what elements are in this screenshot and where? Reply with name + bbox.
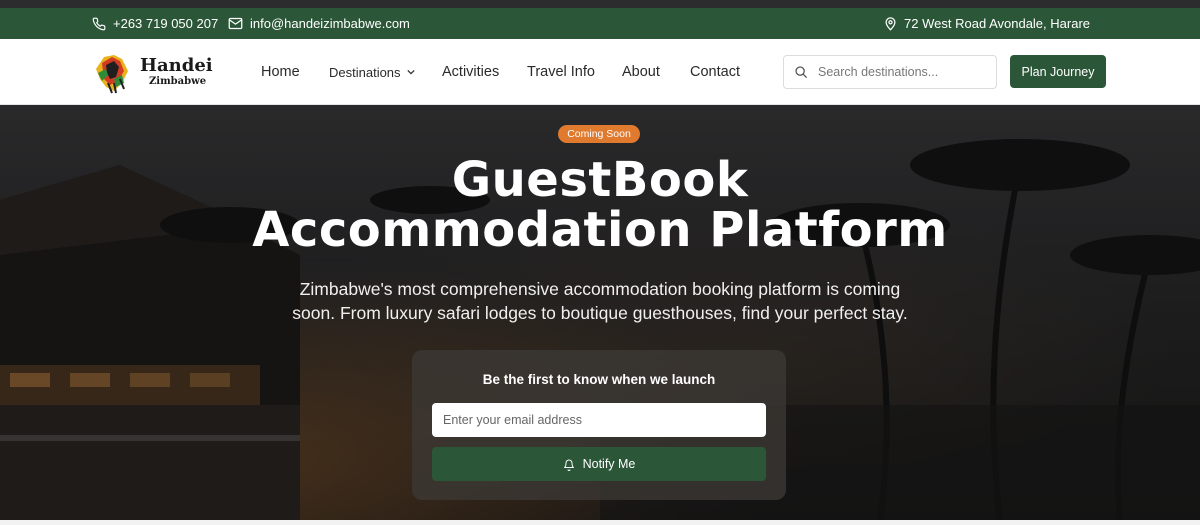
bell-icon bbox=[563, 459, 574, 471]
map-pin-icon bbox=[884, 16, 897, 31]
page-bottom-strip bbox=[0, 520, 1200, 525]
search-icon bbox=[795, 66, 807, 78]
nav-activities[interactable]: Activities bbox=[442, 39, 499, 105]
search-box bbox=[783, 55, 997, 89]
notify-me-button[interactable]: Notify Me bbox=[432, 447, 766, 481]
nav-travel-info[interactable]: Travel Info bbox=[527, 39, 595, 105]
search-input[interactable] bbox=[818, 65, 978, 79]
nav-destinations-label: Destinations bbox=[329, 64, 401, 80]
hero-title: GuestBook Accommodation Platform bbox=[0, 155, 1200, 255]
zimbabwe-bird-logo-icon bbox=[96, 55, 128, 94]
contact-bar: +263 719 050 207 info@handeizimbabwe.com… bbox=[0, 8, 1200, 39]
hero-description-line2: soon. From luxury safari lodges to bouti… bbox=[292, 303, 908, 323]
nav-about[interactable]: About bbox=[622, 39, 660, 105]
notify-me-label: Notify Me bbox=[582, 457, 636, 471]
nav-home[interactable]: Home bbox=[261, 39, 300, 105]
notify-heading: Be the first to know when we launch bbox=[482, 372, 716, 387]
hero-section: Coming Soon GuestBook Accommodation Plat… bbox=[0, 105, 1200, 520]
browser-top-strip bbox=[0, 0, 1200, 8]
main-navbar: Handei Zimbabwe Home Destinations Activi… bbox=[0, 39, 1200, 105]
address-text: 72 West Road Avondale, Harare bbox=[904, 16, 1090, 31]
contact-phone[interactable]: +263 719 050 207 bbox=[92, 8, 218, 39]
contact-email[interactable]: info@handeizimbabwe.com bbox=[228, 8, 410, 39]
phone-icon bbox=[92, 17, 106, 31]
contact-address: 72 West Road Avondale, Harare bbox=[884, 8, 1090, 39]
site-logo[interactable]: Handei Zimbabwe bbox=[92, 49, 222, 95]
coming-soon-badge: Coming Soon bbox=[558, 125, 640, 143]
nav-contact[interactable]: Contact bbox=[690, 39, 740, 105]
plan-journey-button[interactable]: Plan Journey bbox=[1010, 55, 1106, 88]
email-field[interactable] bbox=[432, 403, 766, 437]
hero-title-line1: GuestBook bbox=[451, 152, 749, 208]
logo-subtitle: Zimbabwe bbox=[149, 76, 207, 87]
hero-title-line2: Accommodation Platform bbox=[252, 202, 948, 258]
phone-number: +263 719 050 207 bbox=[113, 16, 219, 31]
notify-card: Be the first to know when we launch Noti… bbox=[412, 350, 786, 500]
hero-description-line1: Zimbabwe's most comprehensive accommodat… bbox=[299, 279, 901, 299]
mail-icon bbox=[228, 17, 243, 30]
chevron-down-icon bbox=[406, 69, 415, 75]
logo-title: Handei bbox=[140, 55, 213, 76]
hero-description: Zimbabwe's most comprehensive accommodat… bbox=[270, 277, 930, 325]
email-address: info@handeizimbabwe.com bbox=[250, 16, 410, 31]
nav-destinations[interactable]: Destinations bbox=[329, 39, 415, 105]
